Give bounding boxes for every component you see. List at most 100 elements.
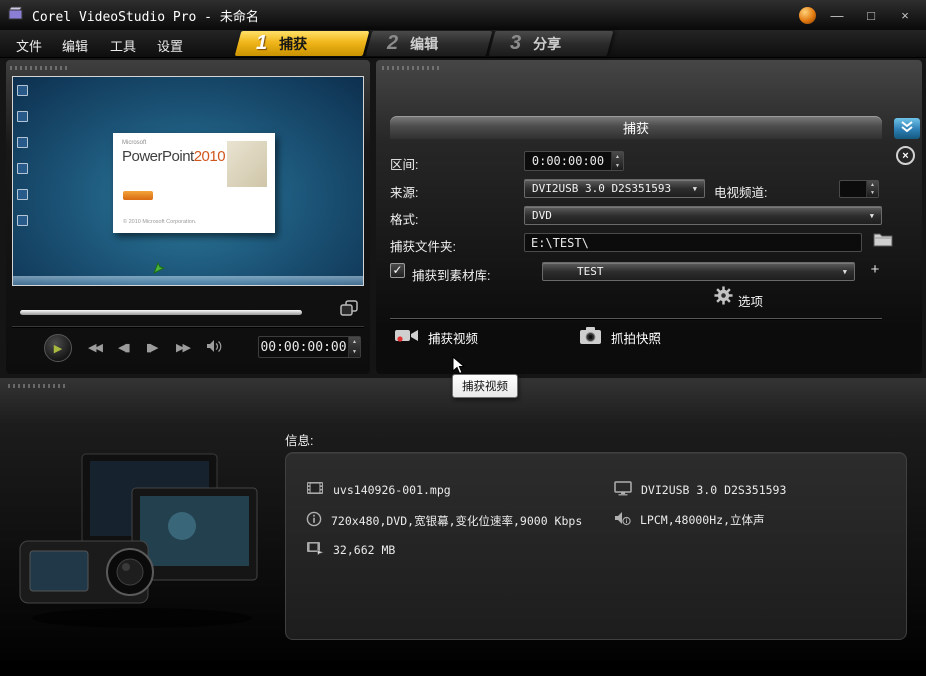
tab-share[interactable]: 3 分享 — [489, 31, 614, 56]
info-video-format-row: 720x480,DVD,宽银幕,变化位速率,9000 Kbps — [306, 511, 582, 530]
snapshot-label: 抓拍快照 — [611, 328, 661, 347]
app-icon — [8, 6, 24, 25]
menu-item-file[interactable]: 文件 — [16, 36, 42, 55]
capture-video-label: 捕获视频 — [428, 328, 478, 347]
tab-share-label: 分享 — [533, 34, 561, 54]
chevron-down-icon: ▼ — [843, 268, 847, 276]
library-dropdown[interactable]: TEST ▼ — [542, 262, 855, 281]
capture-to-library-label: 捕获到素材库: — [412, 265, 490, 284]
monitor-icon — [614, 481, 632, 499]
browse-folder-icon[interactable] — [873, 231, 893, 252]
desktop-icon — [17, 137, 28, 148]
preview-screen: Microsoft PowerPoint2010 © 2010 Microsof… — [12, 76, 364, 286]
preview-timecode-value: 00:00:00:00 — [259, 337, 348, 357]
tab-share-inner: 3 分享 — [492, 31, 610, 56]
capture-panel-drag-handle[interactable] — [382, 66, 440, 70]
info-box: uvs140926-001.mpg 720x480,DVD,宽银幕,变化位速率,… — [285, 452, 907, 640]
info-filename: uvs140926-001.mpg — [333, 483, 451, 497]
collapse-panel-button[interactable] — [894, 118, 920, 139]
powerpoint-year-text: 2010 — [194, 148, 225, 165]
tv-channel-label: 电视频道: — [714, 182, 767, 201]
file-size-icon — [306, 541, 324, 558]
close-capture-option-button[interactable]: × — [896, 146, 915, 165]
menu-item-edit[interactable]: 编辑 — [62, 36, 88, 55]
spin-down-icon[interactable]: ▼ — [612, 161, 623, 170]
duration-label: 区间: — [390, 154, 418, 173]
desktop-icon — [17, 163, 28, 174]
film-icon — [306, 481, 324, 498]
minimize-button[interactable]: — — [824, 5, 850, 25]
powerpoint-title-text: PowerPoint2010 — [122, 148, 225, 165]
duplicate-frame-icon[interactable] — [340, 300, 359, 322]
options-label[interactable]: 选项 — [738, 291, 763, 310]
spin-up-icon[interactable]: ▲ — [612, 152, 623, 161]
play-button[interactable]: ▶ — [44, 334, 72, 362]
preview-timecode-stepper[interactable]: ▲ ▼ — [348, 337, 360, 357]
source-label: 来源: — [390, 182, 418, 201]
chevron-down-icon: ▼ — [870, 212, 874, 220]
tv-channel-field[interactable]: ▲ ▼ — [839, 180, 879, 198]
capture-header: 捕获 — [390, 116, 882, 139]
speaker-icon — [614, 511, 631, 529]
rewind-button[interactable]: ◀◀ — [88, 341, 101, 354]
chevron-down-icon: ▼ — [693, 185, 697, 193]
powerpoint-splash-window: Microsoft PowerPoint2010 © 2010 Microsof… — [113, 133, 275, 233]
tab-edit-inner: 2 编辑 — [369, 31, 489, 56]
tab-capture-number: 1 — [256, 32, 267, 55]
powerpoint-copyright-text: © 2010 Microsoft Corporation. — [123, 219, 196, 225]
info-file-size-row: 32,662 MB — [306, 541, 395, 558]
info-audio-format-row: LPCM,48000Hz,立体声 — [614, 511, 765, 529]
capture-divider — [390, 318, 882, 319]
info-circle-icon — [306, 511, 322, 530]
source-dropdown[interactable]: DVI2USB 3.0 D2S351593 ▼ — [524, 179, 705, 198]
tab-capture[interactable]: 1 捕获 — [235, 31, 370, 56]
duration-stepper[interactable]: ▲ ▼ — [611, 152, 623, 170]
info-video-format: 720x480,DVD,宽银幕,变化位速率,9000 Kbps — [331, 513, 582, 529]
capture-folder-value: E:\TEST\ — [525, 234, 861, 251]
capture-video-button[interactable]: 捕获视频 — [394, 326, 478, 348]
tv-channel-stepper[interactable]: ▲ ▼ — [866, 181, 878, 197]
duration-field[interactable]: 0:00:00:00 ▲ ▼ — [524, 151, 624, 171]
menu-item-settings[interactable]: 设置 — [157, 36, 183, 55]
capture-folder-input[interactable]: E:\TEST\ — [524, 233, 862, 252]
info-title: 信息: — [285, 430, 313, 449]
mouse-cursor — [452, 356, 465, 380]
add-library-folder-button[interactable]: + — [866, 260, 884, 278]
tv-channel-value — [840, 181, 866, 197]
preview-timecode: 00:00:00:00 ▲ ▼ — [258, 336, 361, 358]
capture-to-library-checkbox[interactable]: ✓ — [390, 263, 405, 278]
library-value: TEST — [577, 265, 604, 278]
desktop-icon — [17, 85, 28, 96]
menu-item-tools[interactable]: 工具 — [110, 36, 136, 55]
capture-folder-label: 捕获文件夹: — [390, 236, 456, 255]
spin-up-icon[interactable]: ▲ — [349, 337, 360, 347]
spin-up-icon[interactable]: ▲ — [867, 181, 878, 189]
desktop-icon — [17, 189, 28, 200]
video-camera-icon — [394, 326, 419, 348]
double-chevron-down-icon — [900, 120, 914, 138]
fast-forward-button[interactable]: ▶▶ — [176, 341, 189, 354]
info-panel-drag-handle[interactable] — [8, 384, 66, 388]
close-button[interactable]: × — [892, 5, 918, 25]
tab-capture-inner: 1 捕获 — [238, 31, 366, 56]
volume-icon[interactable] — [206, 339, 223, 359]
capture-panel: 捕获 × 区间: 0:00:00:00 ▲ ▼ 来源: DVI2USB 3.0 … — [376, 60, 922, 374]
scrub-bar[interactable] — [20, 310, 302, 315]
info-filename-row: uvs140926-001.mpg — [306, 481, 451, 498]
tab-edit[interactable]: 2 编辑 — [366, 31, 493, 56]
desktop-icon — [17, 111, 28, 122]
format-dropdown[interactable]: DVD ▼ — [524, 206, 882, 225]
preview-panel: Microsoft PowerPoint2010 © 2010 Microsof… — [6, 60, 370, 374]
window-title: Corel VideoStudio Pro - 未命名 — [32, 6, 259, 25]
info-audio-format: LPCM,48000Hz,立体声 — [640, 512, 765, 528]
snapshot-button[interactable]: 抓拍快照 — [579, 326, 661, 348]
previous-frame-button[interactable]: ◀▮ — [118, 341, 129, 354]
spin-down-icon[interactable]: ▼ — [349, 347, 360, 357]
maximize-button[interactable]: □ — [858, 5, 884, 25]
preview-panel-drag-handle[interactable] — [10, 66, 68, 70]
spin-down-icon[interactable]: ▼ — [867, 189, 878, 197]
next-frame-button[interactable]: ▮▶ — [146, 341, 157, 354]
format-value: DVD — [532, 209, 552, 222]
gear-icon[interactable] — [714, 286, 733, 310]
info-panel: 信息: uvs140926-001.mpg — [0, 378, 926, 676]
